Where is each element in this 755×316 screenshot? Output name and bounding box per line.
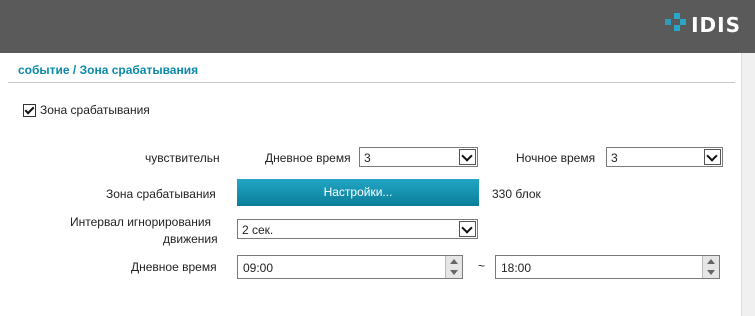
daytime-label: Дневное время — [131, 260, 217, 274]
sensitivity-night-select[interactable]: 3 — [606, 147, 723, 167]
chevron-down-icon[interactable] — [459, 221, 476, 237]
arrow-up-icon[interactable] — [450, 259, 458, 264]
vertical-scrollbar[interactable] — [741, 53, 755, 316]
sensitivity-day-value: 3 — [364, 151, 371, 165]
daytime-start-value: 09:00 — [243, 261, 274, 275]
sensitivity-label: чувствительн — [145, 151, 220, 165]
daytime-end-input[interactable]: 18:00 — [495, 255, 720, 279]
zone-settings-button[interactable]: Настройки... — [237, 179, 479, 206]
ignore-interval-select[interactable]: 2 сек. — [237, 219, 478, 239]
motion-zone-enable[interactable]: Зона срабатывания — [23, 103, 150, 117]
checkbox-checked-icon[interactable] — [23, 103, 36, 117]
arrow-down-icon[interactable] — [450, 270, 458, 275]
logo-text: IDIS — [691, 13, 741, 37]
arrow-up-icon[interactable] — [707, 259, 715, 264]
header-bar: IDIS — [0, 0, 755, 53]
chevron-down-icon[interactable] — [459, 149, 476, 165]
daytime-end-value: 18:00 — [501, 261, 532, 275]
ignore-interval-value: 2 сек. — [242, 223, 274, 237]
arrow-down-icon[interactable] — [707, 270, 715, 275]
chevron-down-icon[interactable] — [704, 149, 721, 165]
ignore-interval-label-line1: Интервал игнорирования — [70, 215, 212, 229]
motion-zone-enable-label: Зона срабатывания — [40, 103, 150, 117]
zone-label: Зона срабатывания — [106, 187, 216, 201]
daytime-start-input[interactable]: 09:00 — [237, 255, 463, 279]
daytime-start-spinner[interactable] — [445, 256, 462, 278]
time-range-separator: ~ — [478, 259, 486, 273]
zone-blocks-count: 330 блок — [492, 187, 541, 201]
sensitivity-day-label: Дневное время — [265, 151, 351, 165]
breadcrumb: событие / Зона срабатывания — [18, 63, 199, 77]
daytime-end-spinner[interactable] — [702, 256, 719, 278]
ignore-interval-label-line2: движения — [163, 232, 218, 246]
sensitivity-day-select[interactable]: 3 — [359, 147, 478, 167]
idis-logo: IDIS — [665, 10, 741, 40]
sensitivity-night-label: Ночное время — [516, 151, 596, 165]
section-divider — [8, 82, 735, 83]
idis-logo-icon — [665, 13, 687, 37]
sensitivity-night-value: 3 — [611, 151, 618, 165]
